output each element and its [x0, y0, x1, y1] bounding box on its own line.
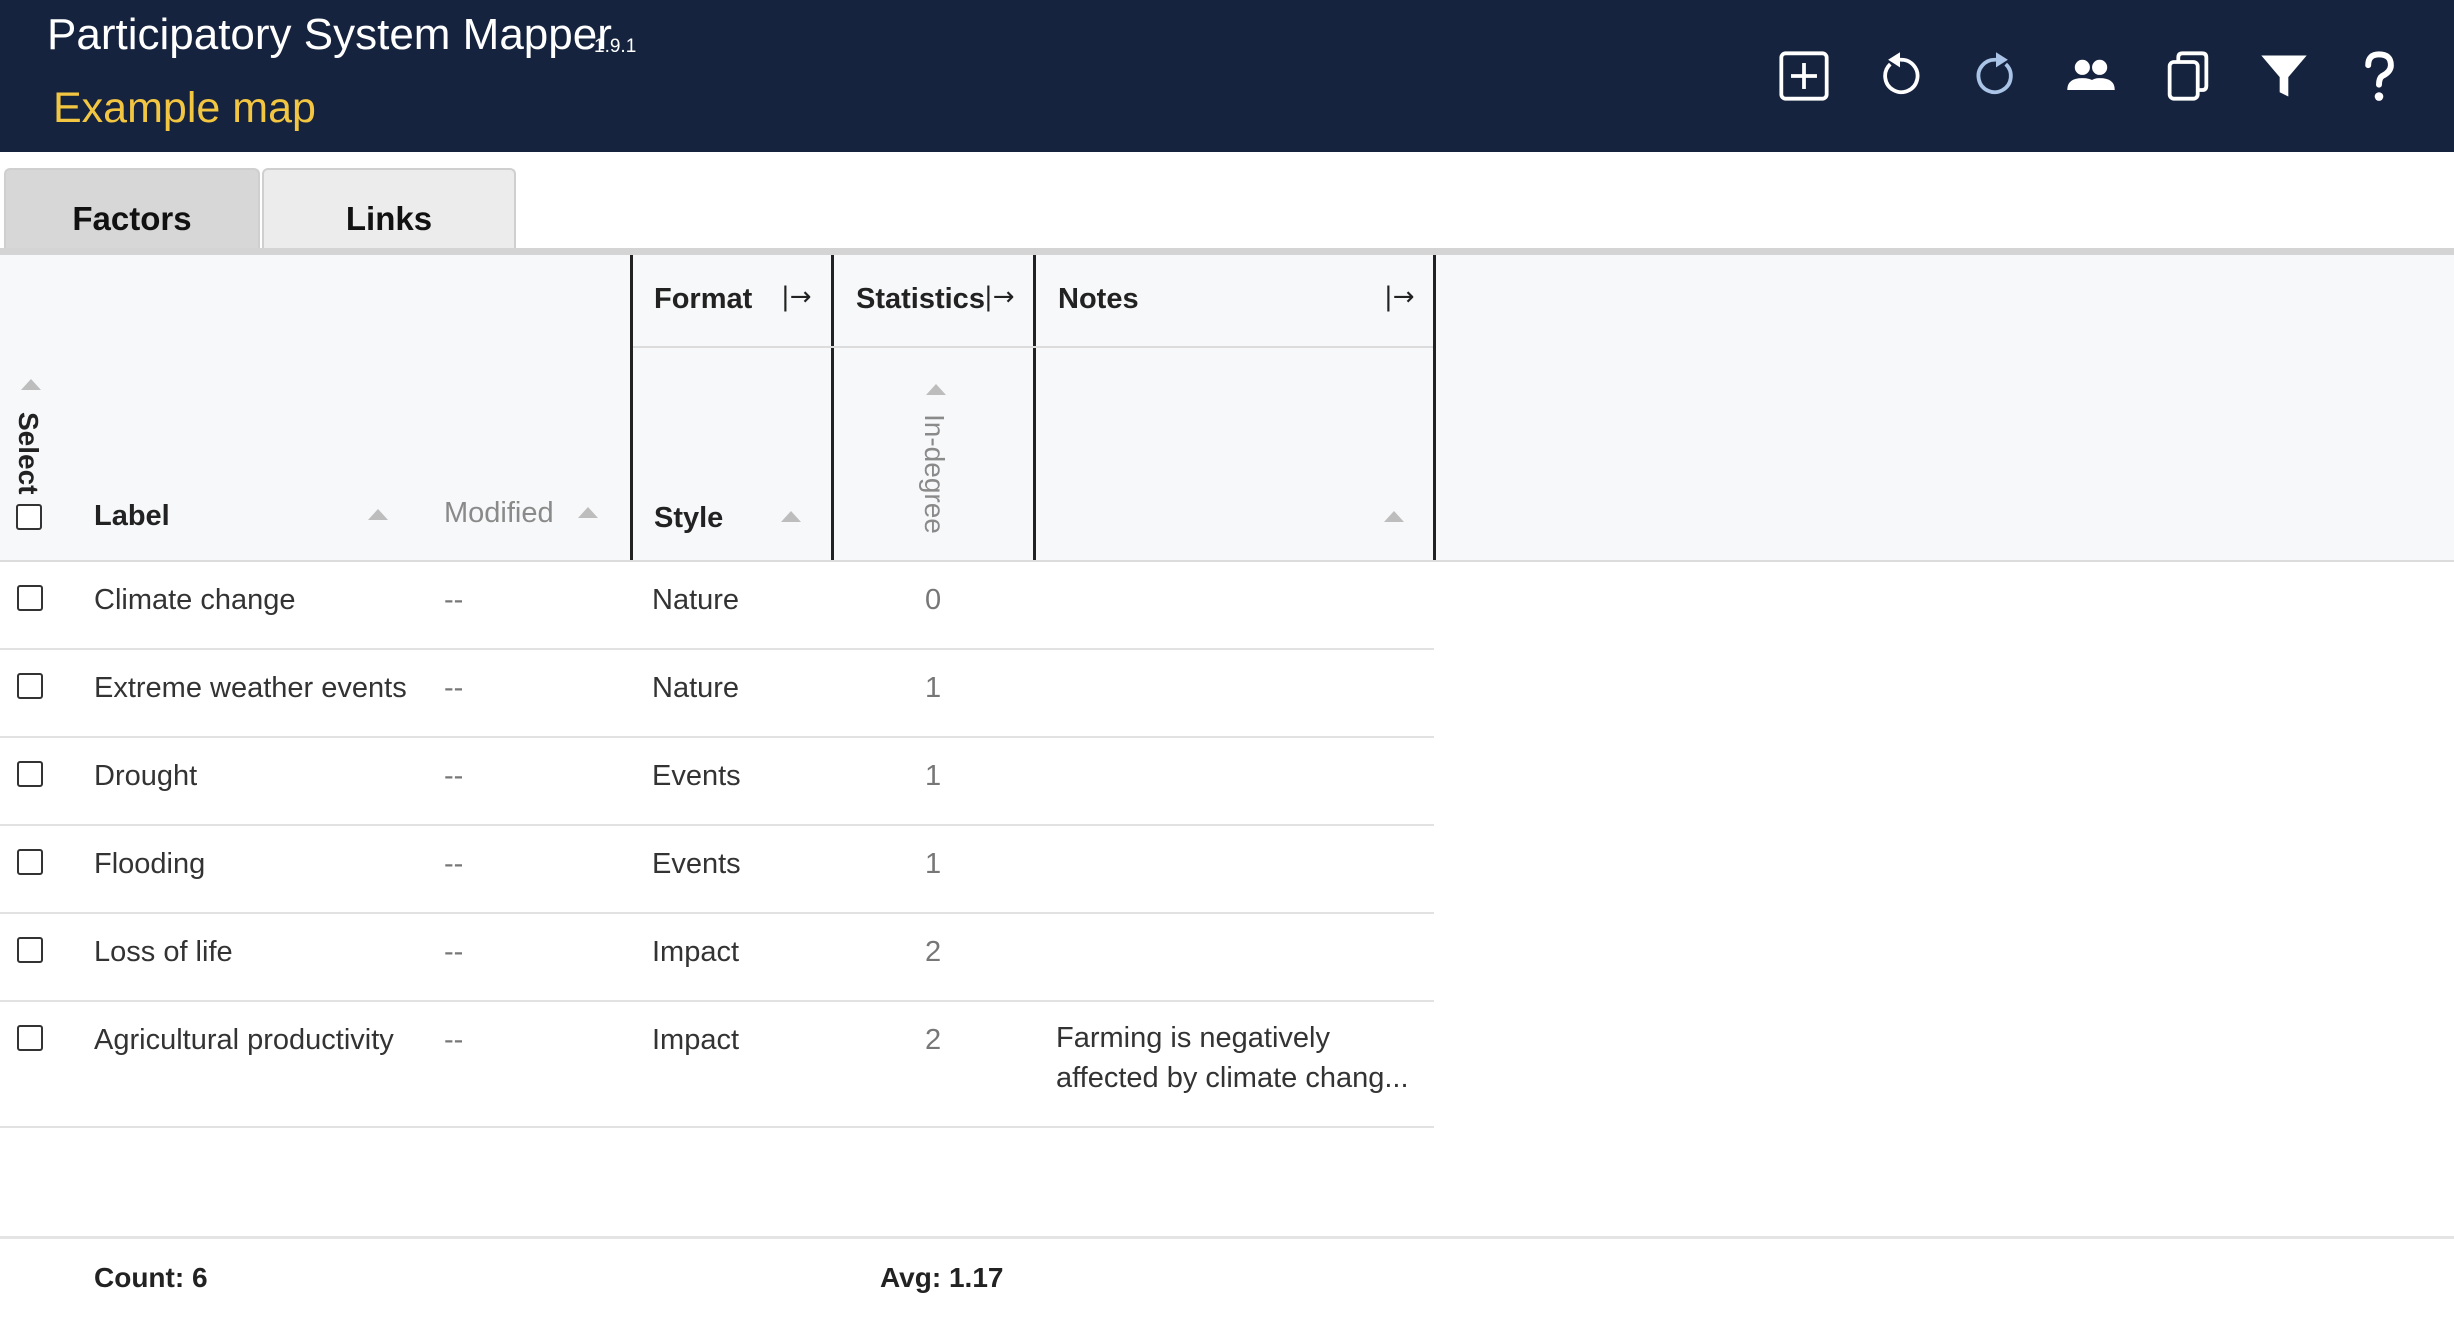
tab-strip-divider: [0, 248, 2454, 255]
factor-label[interactable]: Flooding: [94, 848, 205, 881]
row-select-checkbox[interactable]: [17, 673, 43, 699]
modified-value: --: [444, 1024, 464, 1056]
group-header-divider: [633, 346, 1433, 348]
modified-value: --: [444, 760, 464, 792]
row-select-checkbox[interactable]: [17, 761, 43, 787]
undo-icon[interactable]: [1872, 46, 1928, 106]
style-value[interactable]: Nature: [652, 672, 739, 705]
sort-arrow-icon[interactable]: [1384, 511, 1404, 522]
filter-icon[interactable]: [2256, 46, 2312, 106]
copy-icon[interactable]: [2160, 46, 2216, 106]
indegree-value: 2: [925, 936, 942, 968]
sort-arrow-icon[interactable]: [926, 384, 946, 395]
factor-label[interactable]: Drought: [94, 760, 197, 793]
style-value[interactable]: Impact: [652, 1024, 739, 1057]
column-divider[interactable]: [1033, 255, 1036, 560]
table-row[interactable]: Loss of life -- Impact 2: [0, 914, 1434, 1002]
tab-links[interactable]: Links: [262, 168, 516, 248]
sort-arrow-icon[interactable]: [21, 379, 41, 390]
style-value[interactable]: Impact: [652, 936, 739, 969]
modified-column-header[interactable]: Modified: [444, 497, 554, 530]
row-select-checkbox[interactable]: [17, 937, 43, 963]
style-value[interactable]: Events: [652, 760, 741, 793]
factor-label[interactable]: Loss of life: [94, 936, 233, 969]
statistics-group-header[interactable]: Statistics: [856, 283, 985, 316]
app-title: Participatory System Mapper: [47, 10, 612, 59]
modified-value: --: [444, 848, 464, 880]
modified-value: --: [444, 672, 464, 704]
indegree-value: 2: [925, 1024, 942, 1056]
tab-factors-label: Factors: [72, 200, 192, 237]
notes-value[interactable]: Farming is negatively affected by climat…: [1056, 1018, 1416, 1098]
sort-arrow-icon[interactable]: [368, 509, 388, 520]
select-column-header[interactable]: Select: [12, 412, 44, 495]
collapse-column-icon[interactable]: |→: [984, 282, 1015, 312]
factor-label[interactable]: Agricultural productivity: [94, 1024, 394, 1057]
footer-divider: [0, 1236, 2454, 1239]
tab-factors[interactable]: Factors: [4, 168, 260, 248]
redo-icon[interactable]: [1968, 46, 2024, 106]
style-column-header[interactable]: Style: [654, 502, 723, 535]
collapse-column-icon[interactable]: |→: [781, 282, 812, 312]
indegree-value: 1: [925, 760, 942, 792]
factor-label[interactable]: Climate change: [94, 584, 296, 617]
row-select-checkbox[interactable]: [17, 849, 43, 875]
table-row[interactable]: Flooding -- Events 1: [0, 826, 1434, 914]
format-group-header[interactable]: Format: [654, 283, 752, 316]
sort-arrow-icon[interactable]: [578, 507, 598, 518]
indegree-column-header[interactable]: In-degree: [918, 414, 950, 534]
users-icon[interactable]: [2063, 46, 2119, 106]
modified-value: --: [444, 584, 464, 616]
column-divider[interactable]: [630, 255, 633, 560]
factor-label[interactable]: Extreme weather events: [94, 672, 407, 705]
indegree-value: 0: [925, 584, 942, 616]
table-row[interactable]: Extreme weather events -- Nature 1: [0, 650, 1434, 738]
map-title[interactable]: Example map: [53, 84, 316, 133]
help-icon[interactable]: [2351, 46, 2407, 106]
sort-arrow-icon[interactable]: [781, 511, 801, 522]
table-row[interactable]: Climate change -- Nature 0: [0, 562, 1434, 650]
label-column-header[interactable]: Label: [94, 500, 170, 533]
tab-links-label: Links: [345, 200, 433, 237]
row-count: Count: 6: [94, 1262, 208, 1293]
modified-value: --: [444, 936, 464, 968]
collapse-column-icon[interactable]: |→: [1384, 282, 1415, 312]
column-divider[interactable]: [1433, 255, 1436, 560]
add-icon[interactable]: [1776, 46, 1832, 106]
app-version: 1.9.1: [594, 36, 637, 57]
table-row[interactable]: Drought -- Events 1: [0, 738, 1434, 826]
table-row[interactable]: Agricultural productivity -- Impact 2 Fa…: [0, 1002, 1434, 1128]
app-header: Participatory System Mapper 1.9.1 Exampl…: [0, 0, 2454, 152]
indegree-value: 1: [925, 848, 942, 880]
style-value[interactable]: Nature: [652, 584, 739, 617]
indegree-value: 1: [925, 672, 942, 704]
indegree-average: Avg: 1.17: [880, 1262, 1004, 1293]
notes-group-header[interactable]: Notes: [1058, 283, 1139, 316]
row-select-checkbox[interactable]: [17, 1025, 43, 1051]
style-value[interactable]: Events: [652, 848, 741, 881]
select-all-checkbox[interactable]: [16, 504, 42, 530]
column-divider[interactable]: [831, 255, 834, 560]
row-select-checkbox[interactable]: [17, 585, 43, 611]
